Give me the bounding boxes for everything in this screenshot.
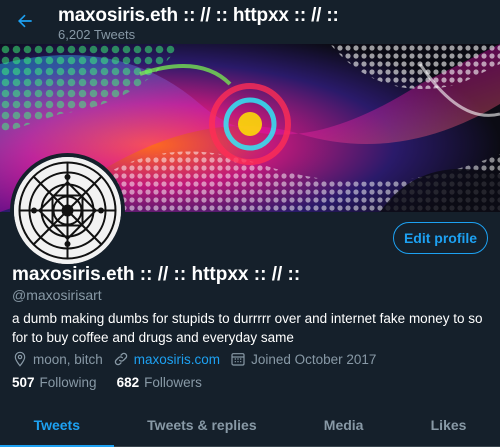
website-link[interactable]: maxosiris.com — [134, 352, 220, 367]
profile-handle: @maxosirisart — [12, 287, 102, 303]
profile-tabs: Tweets Tweets & replies Media Likes — [0, 404, 500, 447]
back-button[interactable] — [10, 6, 40, 36]
following-count: 507 — [12, 375, 35, 390]
tab-likes[interactable]: Likes — [397, 404, 500, 446]
joined-text: Joined October 2017 — [251, 351, 377, 367]
tab-media[interactable]: Media — [290, 404, 397, 446]
header-tweet-count: 6,202 Tweets — [58, 27, 136, 42]
joined: Joined October 2017 — [230, 351, 376, 367]
top-bar: maxosiris.eth :: // :: httpxx :: // :: 6… — [0, 0, 500, 44]
location-icon — [14, 351, 26, 367]
profile-display-name: maxosiris.eth :: // :: httpxx :: // :: — [12, 264, 301, 285]
header-name: maxosiris.eth :: // :: httpxx :: // :: — [58, 5, 339, 26]
avatar-image — [14, 157, 121, 264]
followers-count: 682 — [116, 375, 140, 390]
followers-link[interactable]: 682 Followers — [117, 375, 202, 390]
link-icon — [114, 352, 128, 366]
followers-label: Followers — [144, 375, 202, 390]
follow-stats: 507 Following 682 Followers — [12, 375, 222, 390]
following-link[interactable]: 507 Following — [12, 375, 97, 390]
back-arrow-icon — [18, 14, 32, 28]
website[interactable]: maxosiris.com — [113, 351, 220, 367]
profile-bio: a dumb making dumbs for stupids to durrr… — [12, 311, 483, 345]
location: moon, bitch — [12, 351, 103, 367]
tab-tweets[interactable]: Tweets — [0, 404, 114, 447]
following-label: Following — [39, 375, 97, 390]
edit-profile-button[interactable]: Edit profile — [393, 222, 488, 254]
calendar-icon — [231, 353, 245, 366]
tab-tweets-replies[interactable]: Tweets & replies — [114, 404, 291, 446]
profile-meta: moon, bitch maxosiris.com Joined October… — [12, 350, 386, 368]
location-text: moon, bitch — [33, 351, 103, 367]
avatar[interactable] — [10, 153, 125, 268]
